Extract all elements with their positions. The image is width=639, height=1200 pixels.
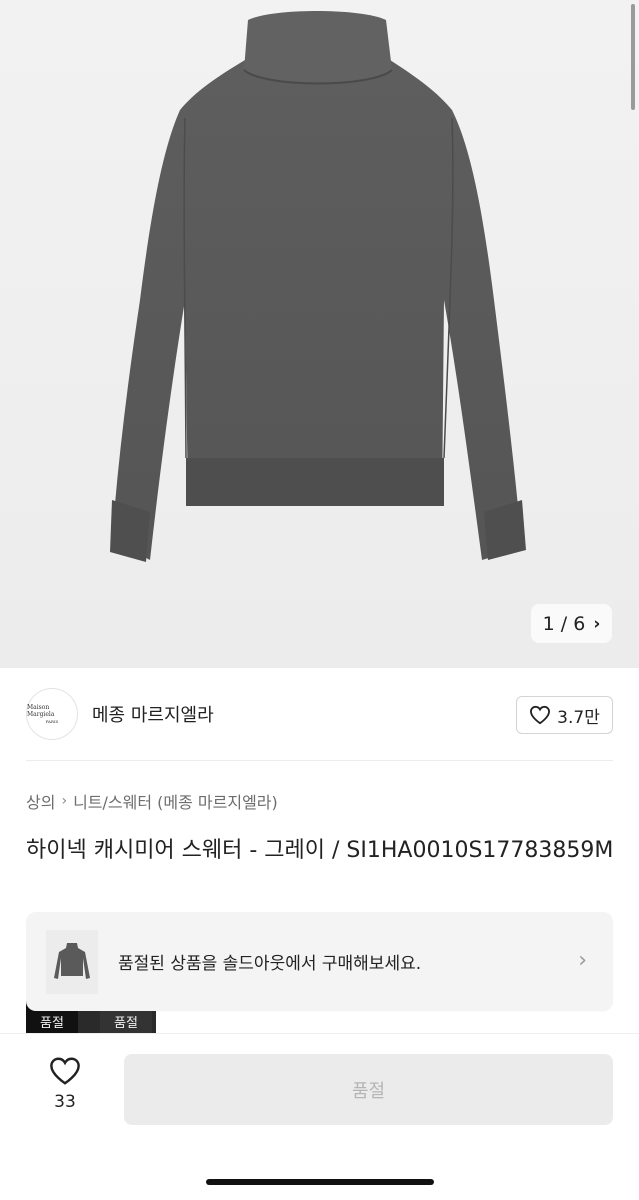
product-title: 하이넥 캐시미어 스웨터 - 그레이 / SI1HA0010S17783859M [26, 838, 614, 863]
home-indicator[interactable] [206, 1179, 434, 1185]
product-image-gallery[interactable]: 1 / 6 › [0, 0, 639, 668]
soldout-label: 품절 [40, 1016, 64, 1031]
sweater-image [110, 11, 526, 562]
scrollbar[interactable] [631, 4, 635, 110]
breadcrumb-subcategory[interactable]: 니트/스웨터 (메종 마르지엘라) [73, 789, 278, 813]
chevron-right-icon: › [61, 793, 68, 809]
brand-name[interactable]: 메종 마르지엘라 [92, 701, 214, 727]
chevron-right-icon: › [593, 613, 601, 634]
chevron-right-icon: › [578, 948, 587, 973]
breadcrumb-category[interactable]: 상의 [26, 789, 55, 813]
image-pager[interactable]: 1 / 6 › [531, 604, 612, 643]
divider [26, 760, 613, 761]
banner-thumbnail [46, 929, 98, 994]
breadcrumb: 상의 › 니트/스웨터 (메종 마르지엘라) [26, 789, 278, 813]
soldout-banner[interactable]: 품절된 상품을 솔드아웃에서 구매해보세요. › [26, 912, 613, 1011]
soldout-label: 품절 [114, 1016, 138, 1031]
soldout-banner-text: 품절된 상품을 솔드아웃에서 구매해보세요. [118, 954, 422, 974]
brand-like-button[interactable]: 3.7만 [516, 696, 613, 734]
heart-icon [530, 705, 551, 725]
wish-button[interactable]: 33 [40, 1056, 90, 1112]
brand-row[interactable]: Maison Margiela PARIS 메종 마르지엘라 3.7만 [26, 688, 613, 740]
like-count: 3.7만 [557, 707, 600, 728]
wish-count: 33 [54, 1092, 76, 1112]
sweater-thumbnail-icon [54, 942, 90, 979]
pager-text: 1 / 6 [542, 612, 586, 635]
brand-logo[interactable]: Maison Margiela PARIS [26, 688, 78, 740]
soldout-buy-button[interactable]: 품절 [124, 1054, 613, 1125]
heart-icon [50, 1057, 80, 1085]
